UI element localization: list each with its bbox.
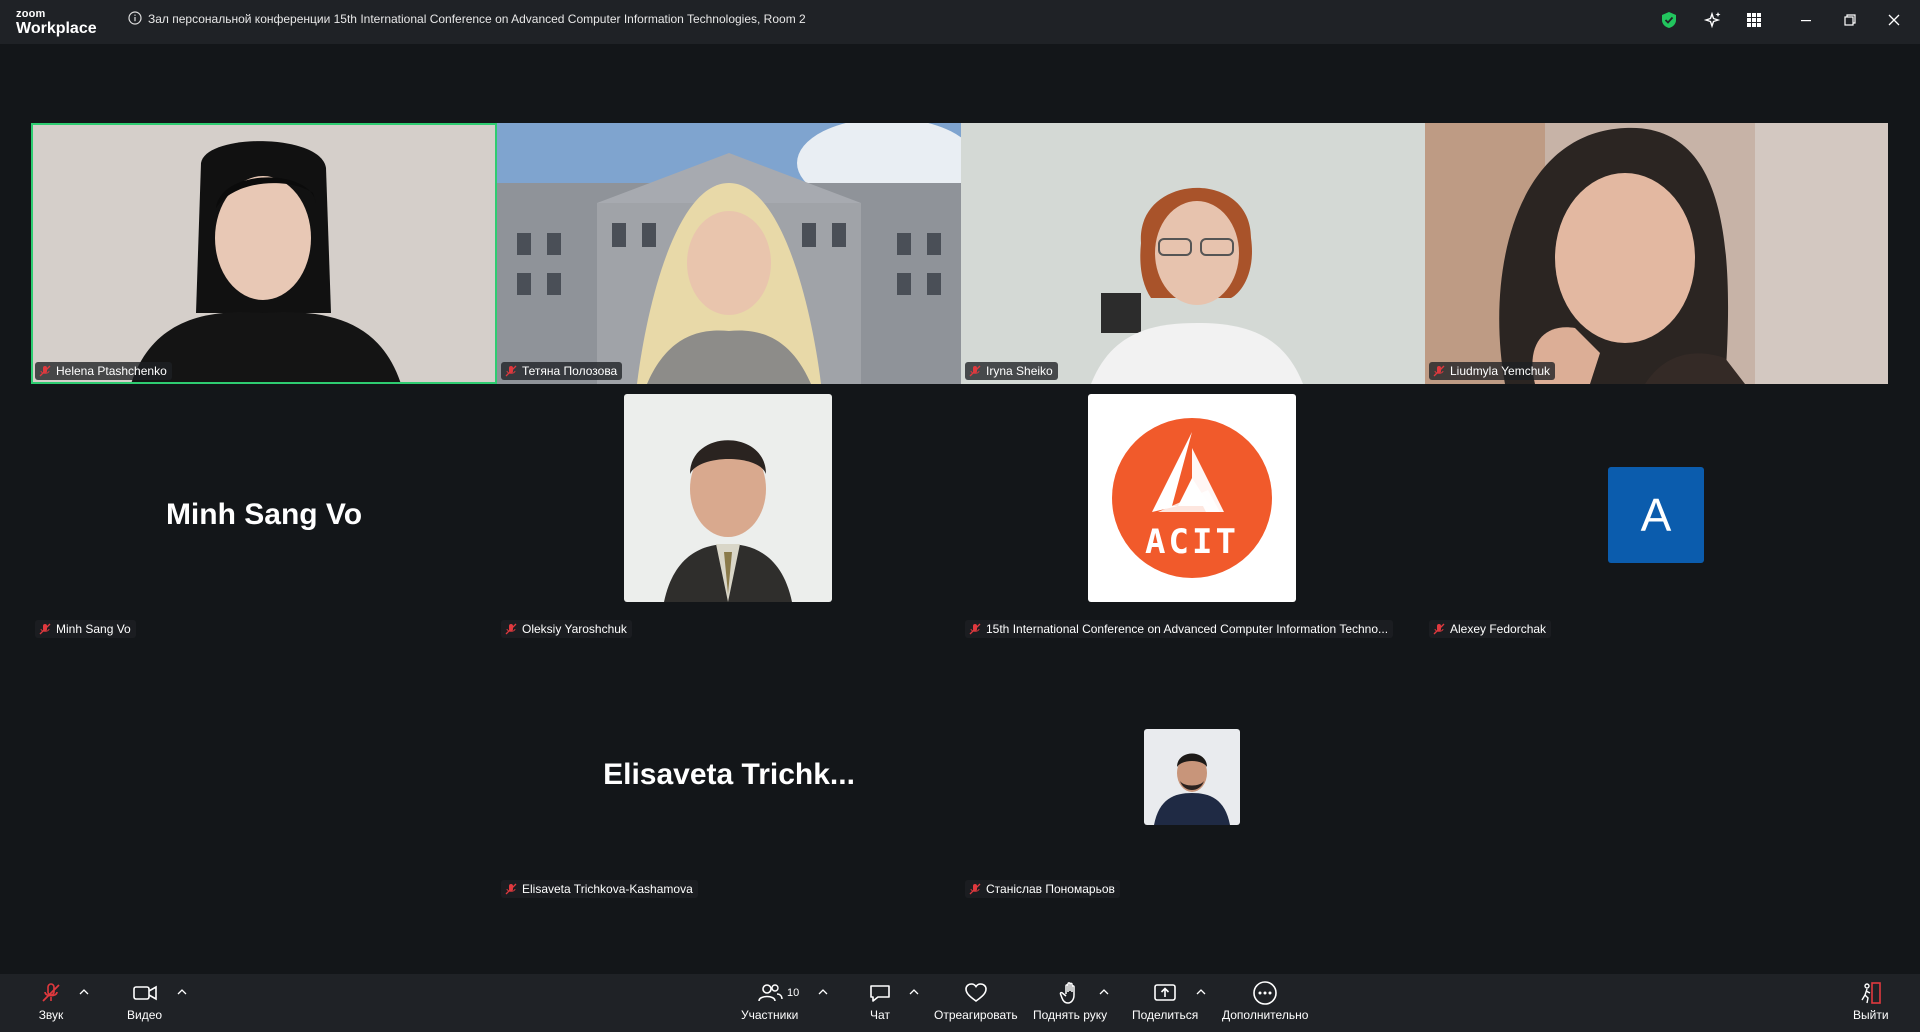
logo-zoom-text: zoom: [16, 8, 46, 20]
participants-label: Участники: [741, 1008, 799, 1022]
participant-name: 15th International Conference on Advance…: [986, 622, 1389, 636]
minimize-window-icon[interactable]: [1796, 10, 1816, 30]
audio-options-chevron-icon[interactable]: [79, 988, 89, 996]
profile-photo-oleksiy: [624, 394, 832, 602]
name-tag-elisaveta: Elisaveta Trichkova-Kashamova: [501, 880, 698, 898]
muted-mic-icon: [39, 365, 51, 377]
muted-mic-icon: [39, 623, 51, 635]
muted-mic-icon: [1433, 623, 1445, 635]
muted-mic-icon: [969, 623, 981, 635]
participants-options-chevron-icon[interactable]: [818, 988, 828, 996]
muted-mic-icon: [505, 883, 517, 895]
profile-photo-stanislav: [1144, 729, 1240, 825]
share-label: Поделиться: [1132, 1008, 1199, 1022]
muted-mic-icon: [505, 365, 517, 377]
audio-button[interactable]: Звук: [36, 980, 66, 1022]
raise-hand-options-chevron-icon[interactable]: [1099, 988, 1109, 996]
chat-bubble-icon: [870, 985, 890, 1002]
react-button[interactable]: Отреагировать: [934, 980, 1018, 1022]
participant-name: Helena Ptashchenko: [56, 364, 167, 378]
name-tag-stanislav: Станіслав Пономарьов: [965, 880, 1120, 898]
video-feed-tetiana: [497, 123, 961, 384]
restore-window-icon[interactable]: [1840, 10, 1860, 30]
gallery-view: Helena Ptashchenko Тетяна Полозова Iryna…: [0, 44, 1920, 974]
initial-avatar: A: [1608, 467, 1704, 563]
video-button[interactable]: Видео: [127, 980, 162, 1022]
share-options-chevron-icon[interactable]: [1196, 988, 1206, 996]
chat-options-chevron-icon[interactable]: [909, 988, 919, 996]
chat-button[interactable]: Чат: [865, 980, 895, 1022]
participant-name: Iryna Sheiko: [986, 364, 1053, 378]
muted-mic-icon: [505, 623, 517, 635]
tile-elisaveta[interactable]: Elisaveta Trichk... Elisaveta Trichkova-…: [497, 652, 961, 902]
close-window-icon[interactable]: [1884, 10, 1904, 30]
ai-companion-sparkle-icon[interactable]: [1703, 10, 1723, 30]
muted-mic-icon: [969, 365, 981, 377]
chat-label: Чат: [870, 1008, 890, 1022]
raise-hand-label: Поднять руку: [1033, 1008, 1108, 1022]
name-tag-minh: Minh Sang Vo: [35, 620, 136, 638]
video-tile-tetiana[interactable]: Тетяна Полозова: [497, 123, 961, 384]
logo-workplace-text: Workplace: [16, 20, 97, 37]
heart-icon: [965, 983, 987, 1002]
muted-mic-icon: [969, 883, 981, 895]
tile-alexey[interactable]: A Alexey Fedorchak: [1425, 392, 1888, 642]
participant-display-name: Minh Sang Vo: [165, 498, 363, 531]
share-button[interactable]: Поделиться: [1132, 980, 1198, 1022]
leave-label: Выйти: [1853, 1008, 1889, 1022]
participant-name: Minh Sang Vo: [56, 622, 131, 636]
zoom-workplace-logo: zoom Workplace: [16, 9, 97, 37]
share-screen-icon: [1154, 984, 1176, 1001]
participant-name: Станіслав Пономарьов: [986, 882, 1115, 896]
video-feed-liudmyla: [1425, 123, 1888, 384]
name-tag-liudmyla: Liudmyla Yemchuk: [1429, 362, 1556, 380]
video-options-chevron-icon[interactable]: [177, 988, 187, 996]
meeting-controls-toolbar: Звук Видео Участники 10 Чат Отреагироват…: [0, 974, 1920, 1032]
more-label: Дополнительно: [1222, 1008, 1309, 1022]
acit-logo-text: ACIT: [1145, 522, 1239, 562]
video-tile-iryna[interactable]: Iryna Sheiko: [961, 123, 1425, 384]
participant-name: Тетяна Полозова: [522, 364, 618, 378]
tile-acit-conference[interactable]: ACIT 15th International Conference on Ad…: [961, 392, 1425, 642]
leave-door-icon: [1861, 982, 1881, 1004]
more-options-icon: [1253, 981, 1277, 1005]
encryption-shield-icon[interactable]: [1659, 10, 1679, 30]
video-camera-icon: [132, 985, 157, 1001]
participant-name: Elisaveta Trichkova-Kashamova: [522, 882, 693, 896]
tile-stanislav[interactable]: Станіслав Пономарьов: [961, 652, 1425, 902]
video-feed-iryna: [961, 123, 1425, 384]
participant-name: Alexey Fedorchak: [1450, 622, 1547, 636]
muted-mic-icon: [1433, 365, 1445, 377]
name-tag-alexey: Alexey Fedorchak: [1429, 620, 1552, 638]
video-feed-helena: [31, 123, 497, 384]
info-icon[interactable]: [128, 11, 142, 25]
tile-oleksiy[interactable]: Oleksiy Yaroshchuk: [497, 392, 961, 642]
react-label: Отреагировать: [934, 1008, 1018, 1022]
video-tile-liudmyla[interactable]: Liudmyla Yemchuk: [1425, 123, 1888, 384]
video-tile-helena[interactable]: Helena Ptashchenko: [31, 123, 497, 384]
audio-label: Звук: [38, 1008, 64, 1022]
name-tag-oleksiy: Oleksiy Yaroshchuk: [501, 620, 632, 638]
acit-logo-avatar: ACIT: [1088, 394, 1296, 602]
participants-count: 10: [787, 987, 800, 999]
raise-hand-icon: [1059, 982, 1075, 1004]
meeting-title: Зал персональной конференции 15th Intern…: [148, 12, 806, 26]
apps-grid-icon[interactable]: [1744, 10, 1764, 30]
participant-name: Oleksiy Yaroshchuk: [522, 622, 627, 636]
acit-logo-icon: [1112, 418, 1272, 578]
name-tag-helena: Helena Ptashchenko: [35, 362, 172, 380]
more-button[interactable]: Дополнительно: [1222, 980, 1308, 1022]
video-label: Видео: [127, 1008, 163, 1022]
leave-meeting-button[interactable]: Выйти: [1853, 980, 1889, 1022]
tile-minh-sang-vo[interactable]: Minh Sang Vo Minh Sang Vo: [31, 392, 497, 642]
participant-name: Liudmyla Yemchuk: [1450, 364, 1551, 378]
name-tag-tetiana: Тетяна Полозова: [501, 362, 623, 380]
participants-icon: [757, 984, 783, 1002]
muted-microphone-icon: [42, 983, 60, 1002]
title-bar: zoom Workplace Зал персональной конферен…: [0, 0, 1920, 44]
name-tag-acit: 15th International Conference on Advance…: [965, 620, 1394, 638]
raise-hand-button[interactable]: Поднять руку: [1033, 980, 1107, 1022]
participant-display-name: Elisaveta Trichk...: [603, 758, 855, 791]
name-tag-iryna: Iryna Sheiko: [965, 362, 1058, 380]
